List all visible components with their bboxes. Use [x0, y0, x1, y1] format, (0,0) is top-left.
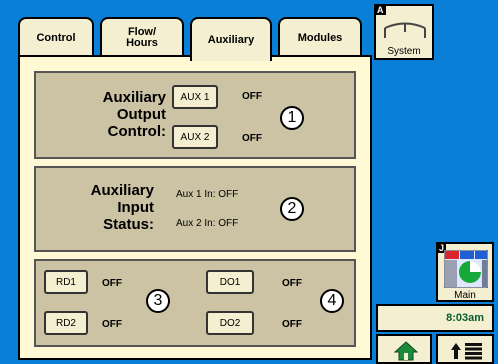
- do2-button[interactable]: DO2: [206, 311, 254, 335]
- system-badge: A: [375, 5, 386, 15]
- aux1-state: OFF: [242, 91, 262, 102]
- aux1-input-status: Aux 1 In: OFF: [176, 189, 239, 200]
- home-button[interactable]: [376, 334, 432, 364]
- input-status-title-line3: Status:: [103, 216, 154, 233]
- tab-auxiliary[interactable]: Auxiliary: [190, 17, 272, 61]
- tab-control-label: Control: [36, 31, 76, 44]
- tab-auxiliary-label: Auxiliary: [207, 33, 255, 46]
- output-control-title-line3: Control:: [107, 123, 166, 140]
- tab-flow-hours[interactable]: Flow/ Hours: [100, 17, 184, 57]
- output-control-group: Auxiliary Output Control: AUX 1 OFF AUX …: [34, 71, 356, 159]
- rd1-button-label: RD1: [55, 276, 76, 288]
- callout-3: 3: [146, 289, 170, 313]
- input-status-title: Auxiliary Input Status:: [40, 182, 154, 233]
- main-button[interactable]: J Main: [436, 242, 494, 302]
- clock-text: 8:03am: [446, 312, 484, 324]
- do1-state: OFF: [282, 278, 302, 289]
- aux2-button-label: AUX 2: [180, 131, 210, 143]
- home-icon: [394, 341, 418, 361]
- do1-button[interactable]: DO1: [206, 270, 254, 294]
- input-status-group: Auxiliary Input Status: Aux 1 In: OFF Au…: [34, 166, 356, 252]
- layout-menu-button[interactable]: [436, 334, 494, 364]
- tab-flow-hours-label: Flow/ Hours: [126, 26, 158, 49]
- auxiliary-panel: Auxiliary Output Control: AUX 1 OFF AUX …: [18, 55, 372, 360]
- callout-2: 2: [280, 197, 304, 221]
- output-control-title-line1: Auxiliary: [102, 89, 166, 106]
- output-control-title-line2: Output: [116, 106, 166, 123]
- rd2-button-label: RD2: [55, 317, 76, 329]
- main-screen-icon: [444, 250, 488, 288]
- callout-4: 4: [320, 289, 344, 313]
- display-screen: Control Flow/ Hours Auxiliary Modules Au…: [0, 0, 498, 364]
- input-status-title-line2: Input: [117, 199, 154, 216]
- tab-modules-label: Modules: [297, 31, 343, 44]
- tab-modules[interactable]: Modules: [278, 17, 362, 57]
- aux2-button[interactable]: AUX 2: [172, 125, 218, 149]
- aux1-button-label: AUX 1: [180, 91, 210, 103]
- clock-display: 8:03am: [376, 304, 494, 332]
- system-button[interactable]: A System: [374, 4, 434, 60]
- aux1-button[interactable]: AUX 1: [172, 85, 218, 109]
- aux2-input-status: Aux 2 In: OFF: [176, 218, 239, 229]
- callout-1: 1: [280, 106, 304, 130]
- do1-button-label: DO1: [219, 276, 241, 288]
- rd2-button[interactable]: RD2: [44, 311, 88, 335]
- rd1-button[interactable]: RD1: [44, 270, 88, 294]
- system-label: System: [387, 46, 421, 57]
- boom-sprayer-icon: [384, 22, 426, 38]
- output-control-title: Auxiliary Output Control:: [40, 89, 166, 140]
- up-arrow-menu-icon: [451, 343, 482, 360]
- main-label: Main: [454, 290, 476, 301]
- io-group: RD1 OFF RD2 OFF 3 DO1 OFF DO2 OFF 4: [34, 259, 356, 347]
- input-status-title-line1: Auxiliary: [90, 182, 154, 199]
- aux2-state: OFF: [242, 133, 262, 144]
- tab-control[interactable]: Control: [18, 17, 94, 57]
- do2-button-label: DO2: [219, 317, 241, 329]
- do2-state: OFF: [282, 319, 302, 330]
- rd1-state: OFF: [102, 278, 122, 289]
- rd2-state: OFF: [102, 319, 122, 330]
